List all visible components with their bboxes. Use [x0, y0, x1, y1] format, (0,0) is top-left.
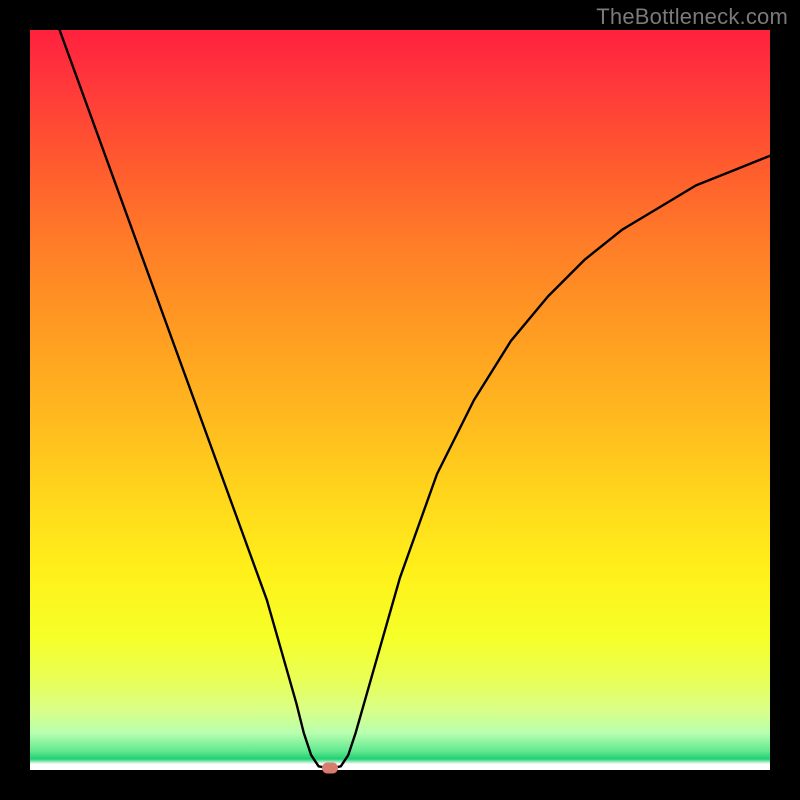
bottleneck-curve	[30, 30, 770, 770]
plot-area	[30, 30, 770, 770]
minimum-marker	[322, 762, 338, 773]
watermark-text: TheBottleneck.com	[596, 4, 788, 30]
chart-frame: TheBottleneck.com	[0, 0, 800, 800]
